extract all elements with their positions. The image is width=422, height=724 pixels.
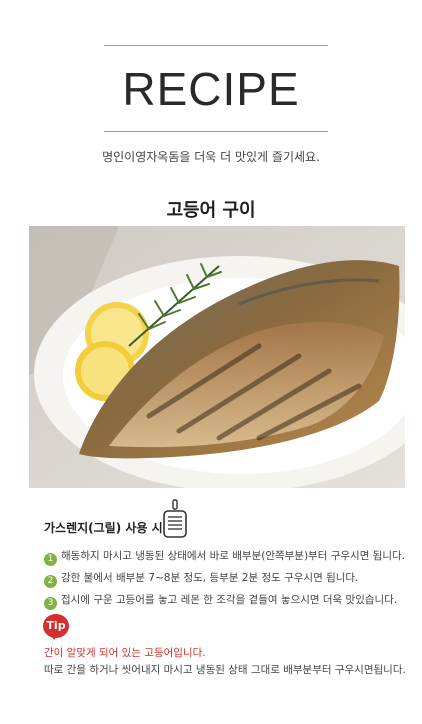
- header-bottom-rule: [104, 131, 328, 132]
- step-item: 3 접시에 구운 고등어를 놓고 레몬 한 조각을 곁들여 놓으시면 더욱 맛있습…: [44, 592, 397, 610]
- step-number-badge: 1: [44, 553, 57, 566]
- tip-highlight: 간이 알맞게 되어 있는 고등어입니다.: [44, 647, 206, 659]
- step-number-badge: 3: [44, 597, 57, 610]
- page-subtitle: 명인이영자옥돔을 더욱 더 맛있게 즐기세요.: [102, 150, 320, 164]
- header-top-rule: [104, 45, 328, 46]
- step-text: 접시에 구운 고등어를 놓고 레몬 한 조각을 곁들여 놓으시면 더욱 맛있습니…: [61, 594, 398, 606]
- grilled-mackerel-photo: [29, 226, 405, 488]
- step-text: 강한 불에서 배부분 7~8분 정도, 등부분 2분 정도 구우시면 됩니다.: [61, 572, 359, 584]
- step-number-badge: 2: [44, 575, 57, 588]
- recipe-logo: RECIPE: [122, 63, 300, 115]
- step-item: 1 해동하지 마시고 냉동된 상태에서 바로 배부분(안쪽부분)부터 구우시면 됩…: [44, 548, 405, 566]
- tip-badge-tail: [50, 634, 58, 640]
- grill-pan-icon: [162, 499, 188, 543]
- tip-text: 따로 간을 하거나 씻어내지 마시고 냉동된 상태 그대로 배부분부터 구우시면…: [44, 664, 406, 676]
- dish-title: 고등어 구이: [166, 200, 256, 221]
- method-label: 가스렌지(그릴) 사용 시: [44, 521, 163, 535]
- step-text: 해동하지 마시고 냉동된 상태에서 바로 배부분(안쪽부분)부터 구우시면 됩니…: [61, 550, 406, 562]
- step-item: 2 강한 불에서 배부분 7~8분 정도, 등부분 2분 정도 구우시면 됩니다.: [44, 570, 358, 588]
